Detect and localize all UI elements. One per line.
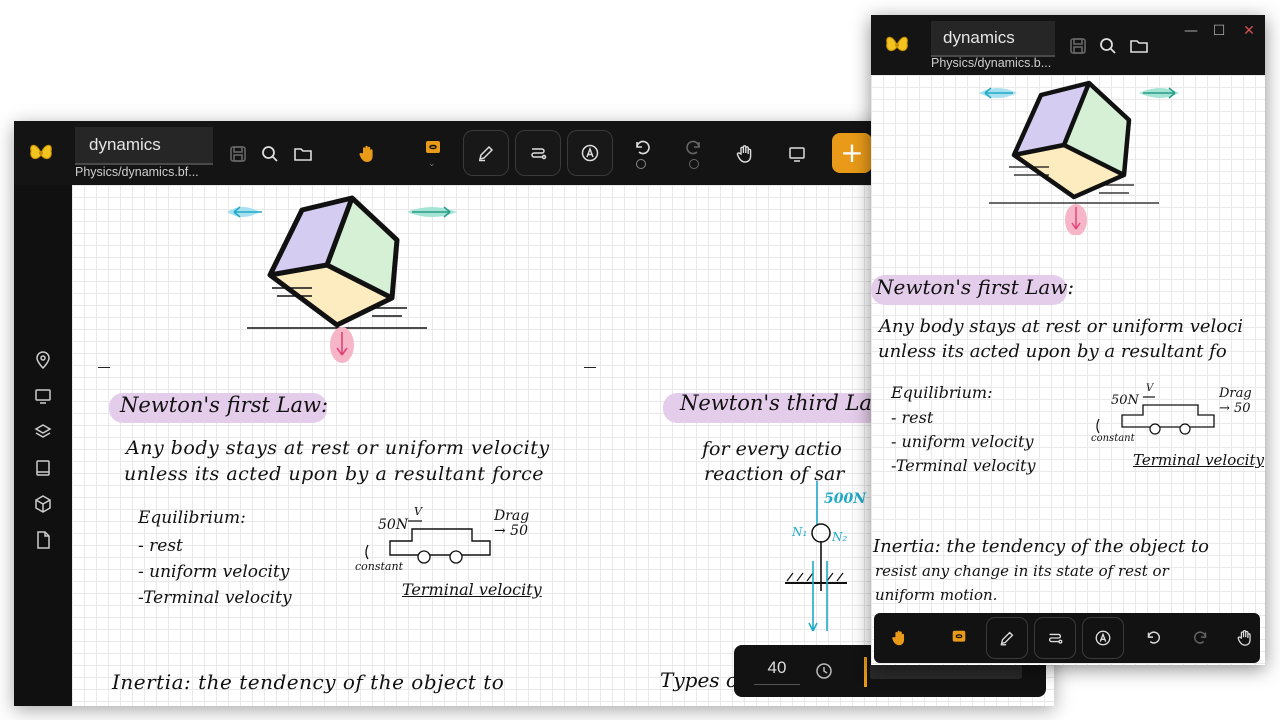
n1-label: N₁: [792, 525, 808, 539]
note-canvas[interactable]: Newton's first Law: Any body stays at re…: [871, 75, 1265, 665]
equilibrium-label: Equilibrium:: [891, 383, 993, 402]
redo-icon: [1194, 631, 1207, 644]
first-law-line1: Any body stays at rest or uniform veloci: [879, 316, 1243, 337]
shape-tool-button[interactable]: [515, 130, 561, 176]
hand-button[interactable]: [1224, 617, 1265, 659]
folder-icon[interactable]: [292, 143, 314, 165]
close-button[interactable]: ✕: [1239, 21, 1259, 41]
book-icon[interactable]: [33, 458, 53, 478]
constant-label: constant: [1091, 433, 1135, 444]
undo-button[interactable]: [1132, 617, 1174, 659]
eq-item-terminal: -Terminal velocity: [891, 456, 1036, 475]
first-law-line2: unless its acted upon by a resultant fo: [878, 341, 1227, 362]
document-title[interactable]: dynamics: [89, 135, 161, 155]
text-tool-button[interactable]: [567, 130, 613, 176]
add-button[interactable]: +: [832, 133, 872, 173]
layers-icon[interactable]: [33, 422, 53, 442]
inertia-line3: uniform motion.: [875, 586, 998, 604]
hand-icon: [1237, 629, 1251, 646]
maximize-button[interactable]: ☐: [1209, 21, 1229, 41]
undo-icon[interactable]: [631, 137, 653, 159]
cube-icon[interactable]: [33, 494, 53, 514]
inertia-line2: resist any change in its state of rest o…: [875, 562, 1169, 580]
hand-tool-button[interactable]: [878, 617, 920, 659]
first-law-line2: unless its acted upon by a resultant for…: [124, 463, 545, 485]
search-icon[interactable]: [1097, 35, 1119, 57]
eq-item-uniform: - uniform velocity: [138, 562, 290, 582]
redo-icon[interactable]: [683, 137, 705, 159]
save-icon[interactable]: [227, 143, 249, 165]
divider-mark: [584, 367, 596, 368]
force-500n-label: 500N: [824, 491, 867, 507]
minimize-button[interactable]: —: [1181, 21, 1201, 41]
third-law-heading: Newton's third La: [680, 391, 872, 415]
hand-icon[interactable]: [734, 143, 756, 165]
types-text: Types o: [660, 668, 738, 692]
terminal-velocity-label: Terminal velocity: [1133, 451, 1264, 469]
equilibrium-label: Equilibrium:: [138, 508, 246, 528]
inertia-line1: Inertia: the tendency of the object to: [873, 536, 1210, 557]
first-law-heading: Newton's first Law:: [876, 275, 1075, 299]
lasso-tool-icon: [952, 630, 966, 642]
shape-icon: [531, 148, 547, 160]
first-law-heading: Newton's first Law:: [120, 393, 329, 417]
app-logo-icon[interactable]: [884, 32, 910, 58]
pen-icon: [478, 145, 494, 162]
first-law-line1: Any body stays at rest or uniform veloci…: [126, 437, 550, 459]
redo-play-icon[interactable]: [689, 159, 699, 169]
folder-icon[interactable]: [1128, 35, 1150, 57]
document-path: Physics/dynamics.b...: [931, 56, 1052, 70]
app-logo-icon[interactable]: [28, 140, 54, 166]
document-title[interactable]: dynamics: [943, 28, 1015, 48]
eq-item-rest: - rest: [891, 408, 934, 427]
pen-tool-button[interactable]: [463, 130, 509, 176]
text-tool-button[interactable]: [1082, 617, 1124, 659]
monitor-icon[interactable]: [786, 143, 808, 165]
small-toolbar: [874, 613, 1260, 663]
n2-label: N₂: [832, 530, 848, 544]
hand-tool-icon[interactable]: [356, 143, 378, 165]
undo-icon: [1147, 631, 1160, 644]
redo-button[interactable]: [1180, 617, 1222, 659]
third-law-line1: for every actio: [702, 438, 842, 460]
save-icon[interactable]: [1067, 35, 1089, 57]
small-window: dynamics Physics/dynamics.b... — ☐ ✕ New…: [871, 15, 1265, 665]
search-icon[interactable]: [259, 143, 281, 165]
text-icon: [1095, 630, 1111, 646]
zoom-input[interactable]: 40: [754, 658, 800, 685]
lasso-tool-icon[interactable]: [422, 138, 444, 160]
cube-drawing: [227, 195, 457, 363]
eq-item-rest: - rest: [138, 536, 183, 556]
small-titlebar: dynamics Physics/dynamics.b... — ☐ ✕: [871, 15, 1265, 75]
pen-tool-button[interactable]: [986, 617, 1028, 659]
eq-item-terminal: -Terminal velocity: [138, 588, 292, 608]
lasso-tool-button[interactable]: [938, 617, 980, 659]
history-icon[interactable]: [814, 661, 834, 681]
terminal-velocity-label: Terminal velocity: [402, 580, 542, 599]
undo-play-icon[interactable]: [636, 159, 646, 169]
hand-tool-icon: [892, 630, 905, 646]
chevron-down-icon[interactable]: ⌄: [428, 159, 436, 169]
shape-icon: [1048, 633, 1063, 644]
zoom-slider-track[interactable]: [870, 663, 1022, 679]
page-icon[interactable]: [33, 530, 53, 550]
divider-mark: [98, 367, 110, 368]
pen-icon: [1000, 631, 1014, 646]
text-icon: [581, 144, 599, 162]
inertia-text: Inertia: the tendency of the object to: [112, 670, 505, 694]
location-pin-icon[interactable]: [33, 350, 53, 370]
zoom-slider-thumb[interactable]: [864, 657, 867, 687]
document-path: Physics/dynamics.bf...: [75, 165, 199, 179]
cube-drawing: [979, 80, 1179, 235]
eq-item-uniform: - uniform velocity: [891, 432, 1034, 451]
shape-tool-button[interactable]: [1034, 617, 1076, 659]
main-sidebar: [14, 185, 72, 706]
constant-label: constant: [355, 560, 403, 573]
monitor-icon[interactable]: [33, 386, 53, 406]
